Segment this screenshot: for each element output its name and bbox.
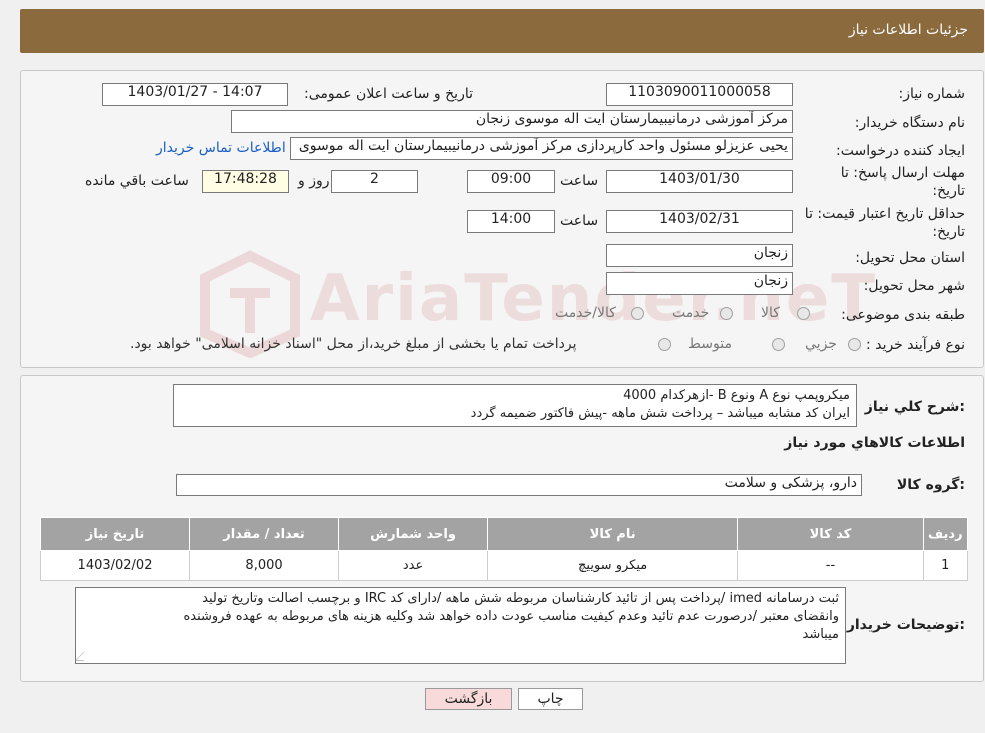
summary-line-1: میکروپمپ نوع A ونوع B -ازهرکدام 4000	[623, 388, 850, 403]
summary-label: شرح کلي نياز:	[864, 399, 965, 415]
goods-group-field: دارو، پزشکی و سلامت	[176, 474, 862, 496]
buyer-label: نام دستگاه خریدار:	[854, 115, 965, 131]
category-label: طبقه بندی موضوعی:	[841, 307, 965, 323]
remaining-label: ساعت باقي مانده	[85, 173, 189, 189]
deadline-time-field: 09:00	[467, 170, 555, 193]
treasury-checkbox[interactable]	[658, 338, 671, 351]
col-name: نام کالا	[487, 517, 739, 551]
summary-line-2: ایران کد مشابه میباشد – پرداخت شش ماهه -…	[470, 406, 850, 421]
buyer-notes-field: ثبت درسامانه imed /پرداخت پس از تائید کا…	[75, 587, 846, 664]
cell-row: 1	[922, 550, 969, 581]
province-field: زنجان	[606, 244, 793, 267]
need-number-field: 1103090011000058	[606, 83, 793, 106]
page-title: جزئیات اطلاعات نیاز	[848, 22, 968, 38]
process-option-medium: متوسط	[688, 336, 732, 352]
creator-field: یحیی عزیزلو مسئول واحد کارپردازی مرکز آم…	[290, 137, 793, 160]
goods-table: ردیف کد کالا نام کالا واحد شمارش تعداد /…	[39, 517, 969, 581]
city-field: زنجان	[606, 272, 793, 295]
goods-group-label: گروه کالا:	[896, 477, 965, 493]
city-label: شهر محل تحویل:	[863, 278, 965, 294]
deadline-label-2: تاریخ:	[932, 183, 965, 199]
days-label: روز و	[298, 173, 330, 189]
buyer-field: مرکز آموزشی درمانیبیمارستان ایت اله موسو…	[231, 110, 793, 133]
category-radio-service[interactable]	[720, 307, 733, 320]
cell-date: 1403/02/02	[39, 550, 191, 581]
validity-date-field: 1403/02/31	[606, 210, 793, 233]
validity-label-2: تاریخ:	[932, 224, 965, 240]
col-code: کد کالا	[737, 517, 924, 551]
buyer-notes-line-3: میباشد	[802, 627, 840, 642]
page-header: جزئیات اطلاعات نیاز	[20, 9, 984, 53]
need-number-label: شماره نیاز:	[898, 86, 966, 102]
deadline-time-label: ساعت	[560, 173, 599, 189]
process-radio-medium[interactable]	[772, 338, 785, 351]
buyer-notes-line-2: وانقضای معتبر /درصورت عدم تائید وعدم کیف…	[183, 609, 839, 624]
deadline-label: مهلت ارسال پاسخ: تا	[840, 165, 965, 181]
creator-label: ایجاد کننده درخواست:	[836, 143, 965, 159]
treasury-note: پرداخت تمام یا بخشی از مبلغ خرید،از محل …	[130, 336, 577, 352]
buyer-notes-line-1: ثبت درسامانه imed /پرداخت پس از تائید کا…	[202, 591, 839, 606]
cell-code: --	[737, 550, 924, 581]
col-row: ردیف	[922, 517, 969, 551]
remaining-time-field: 17:48:28	[202, 170, 289, 193]
print-button[interactable]: چاپ	[518, 688, 583, 710]
col-date: تاریخ نیاز	[39, 517, 191, 551]
col-unit: واحد شمارش	[338, 517, 489, 551]
process-radio-minor[interactable]	[848, 338, 861, 351]
category-radio-goods[interactable]	[797, 307, 810, 320]
process-label: نوع فرآیند خرید :	[866, 337, 965, 353]
validity-time-label: ساعت	[560, 213, 599, 229]
announce-date-label: تاریخ و ساعت اعلان عمومی:	[304, 86, 473, 102]
table-row: 1 -- میکرو سوییچ عدد 8,000 1403/02/02	[39, 550, 969, 581]
deadline-date-field: 1403/01/30	[606, 170, 793, 193]
buyer-notes-label: توضیحات خریدار:	[846, 617, 965, 633]
category-option-goods-service: کالا/خدمت	[555, 305, 616, 321]
process-option-minor: جزیي	[805, 336, 837, 352]
validity-time-field: 14:00	[467, 210, 555, 233]
validity-label: حداقل تاریخ اعتبار قیمت: تا	[804, 206, 965, 222]
days-field: 2	[331, 170, 418, 193]
back-button[interactable]: بازگشت	[425, 688, 512, 710]
announce-date-field: 1403/01/27 - 14:07	[102, 83, 288, 106]
table-header-row: ردیف کد کالا نام کالا واحد شمارش تعداد /…	[39, 517, 969, 551]
col-qty: تعداد / مقدار	[189, 517, 340, 551]
category-option-goods: کالا	[761, 305, 780, 321]
summary-field: میکروپمپ نوع A ونوع B -ازهرکدام 4000 ایر…	[173, 384, 857, 427]
category-radio-goods-service[interactable]	[631, 307, 644, 320]
province-label: استان محل تحویل:	[855, 250, 965, 266]
cell-unit: عدد	[338, 550, 489, 581]
category-option-service: خدمت	[672, 305, 710, 321]
resize-grip-icon[interactable]	[76, 652, 93, 661]
cell-qty: 8,000	[189, 550, 340, 581]
goods-section-title: اطلاعات کالاهاي مورد نياز	[784, 435, 965, 451]
buyer-contact-link[interactable]: اطلاعات تماس خریدار	[156, 140, 286, 156]
cell-name: میکرو سوییچ	[487, 550, 739, 581]
